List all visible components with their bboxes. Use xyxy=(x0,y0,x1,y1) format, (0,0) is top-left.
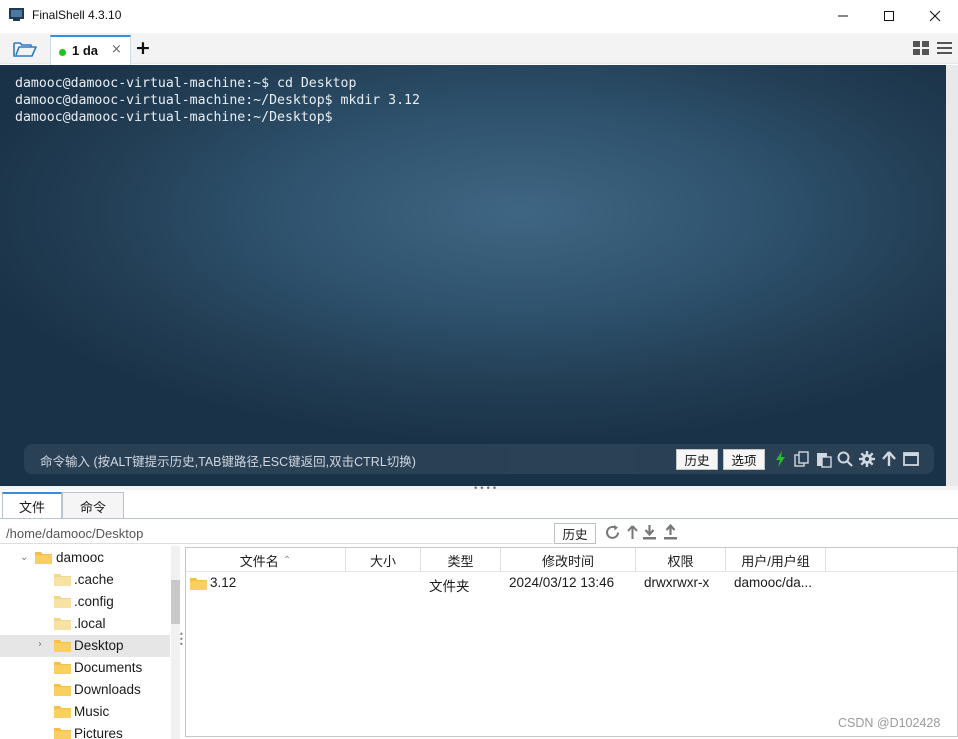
title-bar: FinalShell 4.3.10 xyxy=(0,0,958,31)
folder-icon xyxy=(190,578,207,590)
folder-open-icon xyxy=(13,42,37,57)
tree-item-label: damooc xyxy=(56,550,105,565)
chevron-down-icon[interactable]: ⌄ xyxy=(20,552,30,563)
tree-item-label: .local xyxy=(74,616,106,631)
column-header-type[interactable]: 类型 xyxy=(421,548,501,572)
column-header-label: 文件名 xyxy=(239,553,279,569)
download-icon[interactable] xyxy=(641,524,658,541)
tree-item-label: Desktop xyxy=(74,638,124,653)
minimize-button[interactable] xyxy=(820,0,866,31)
file-type: 文件夹 xyxy=(429,579,470,594)
file-modified: 2024/03/12 13:46 xyxy=(509,575,615,590)
arrow-up-icon[interactable] xyxy=(880,450,898,468)
command-history-button[interactable]: 历史 xyxy=(676,449,718,470)
path-input[interactable]: /home/damooc/Desktop xyxy=(0,523,553,544)
column-header-size[interactable]: 大小 xyxy=(346,548,421,572)
minimize-icon xyxy=(838,15,848,16)
maximize-button[interactable] xyxy=(866,0,912,31)
file-name: 3.12 xyxy=(210,575,237,590)
session-tab[interactable]: 1 da × xyxy=(50,35,131,65)
sort-ascending-icon: ⌃ xyxy=(282,554,292,566)
grid-layout-icon[interactable] xyxy=(912,39,932,57)
terminal-scrollbar[interactable] xyxy=(946,65,958,486)
terminal-area[interactable]: damooc@damooc-virtual-machine:~$ cd Desk… xyxy=(0,65,946,486)
tree-item-documents[interactable]: Documents xyxy=(0,657,170,679)
folder-icon xyxy=(54,684,71,696)
tree-item-desktop[interactable]: › Desktop xyxy=(0,635,170,657)
tree-item-cache[interactable]: .cache xyxy=(0,569,170,591)
refresh-icon[interactable] xyxy=(604,524,621,541)
gear-icon[interactable] xyxy=(858,450,876,468)
command-options-button[interactable]: 选项 xyxy=(723,449,765,470)
tab-label: 1 da xyxy=(72,43,99,58)
menu-icon[interactable] xyxy=(935,39,955,57)
tree-item-label: Downloads xyxy=(74,682,141,697)
tree-item-music[interactable]: Music xyxy=(0,701,170,723)
tree-item-label: Documents xyxy=(74,660,143,675)
folder-icon xyxy=(54,618,71,630)
file-owner: damooc/da... xyxy=(734,575,813,590)
close-icon xyxy=(929,10,941,21)
file-list: 文件名 ⌃ 大小 类型 修改时间 权限 用户/用户组 3.12 文件夹 2024… xyxy=(185,547,958,737)
window-icon[interactable] xyxy=(902,450,920,468)
panel-tabs: 文件 命令 xyxy=(0,490,958,519)
terminal-line: damooc@damooc-virtual-machine:~/Desktop$ xyxy=(15,110,333,125)
watermark: CSDN @D102428 xyxy=(838,716,941,730)
search-icon[interactable] xyxy=(836,450,854,468)
folder-icon xyxy=(54,640,71,652)
file-row[interactable]: 3.12 文件夹 2024/03/12 13:46 drwxrwxr-x dam… xyxy=(186,572,957,594)
tree-scrollbar-thumb[interactable] xyxy=(171,580,180,624)
folder-icon xyxy=(54,596,71,608)
connected-status-icon xyxy=(59,49,66,56)
paste-icon[interactable] xyxy=(815,450,833,468)
session-tab-bar: 1 da × + xyxy=(0,33,958,65)
finalshell-window: FinalShell 4.3.10 1 da × + damooc@damooc… xyxy=(0,0,958,739)
column-header-modified[interactable]: 修改时间 xyxy=(501,548,636,572)
tree-item-label: .cache xyxy=(74,572,114,587)
parent-dir-icon[interactable] xyxy=(624,524,641,541)
tree-item-downloads[interactable]: Downloads xyxy=(0,679,170,701)
tree-item-damooc[interactable]: ⌄ damooc xyxy=(0,547,170,569)
tree-item-label: Pictures xyxy=(74,726,123,739)
tab-commands[interactable]: 命令 xyxy=(62,492,124,519)
tree-item-pictures[interactable]: Pictures xyxy=(0,723,170,739)
column-header-owner[interactable]: 用户/用户组 xyxy=(726,548,826,572)
terminal-output: damooc@damooc-virtual-machine:~$ cd Desk… xyxy=(15,75,420,126)
folder-icon xyxy=(54,574,71,586)
open-folder-button[interactable] xyxy=(12,38,38,60)
maximize-icon xyxy=(884,10,894,21)
close-window-button[interactable] xyxy=(912,0,958,31)
tab-divider xyxy=(0,518,958,519)
upload-icon[interactable] xyxy=(662,524,679,541)
terminal-line: damooc@damooc-virtual-machine:~$ cd Desk… xyxy=(15,76,357,91)
new-tab-button[interactable]: + xyxy=(134,37,152,59)
folder-icon xyxy=(54,706,71,718)
tab-close-icon[interactable]: × xyxy=(111,42,122,57)
copy-icon[interactable] xyxy=(793,450,811,468)
folder-icon xyxy=(35,552,52,564)
file-list-header: 文件名 ⌃ 大小 类型 修改时间 权限 用户/用户组 xyxy=(186,548,957,572)
command-input-bar[interactable]: 命令输入 (按ALT键提示历史,TAB键路径,ESC键返回,双击CTRL切换) … xyxy=(24,444,934,474)
directory-tree: ⌄ damooc .cache .config .local › Desktop… xyxy=(0,546,180,739)
app-icon xyxy=(9,8,24,21)
file-permissions: drwxrwxr-x xyxy=(644,575,710,590)
path-bar: /home/damooc/Desktop 历史 xyxy=(0,521,958,545)
folder-icon xyxy=(54,662,71,674)
window-title: FinalShell 4.3.10 xyxy=(32,8,122,22)
tree-item-config[interactable]: .config xyxy=(0,591,170,613)
tree-item-label: .config xyxy=(74,594,114,609)
folder-icon xyxy=(54,728,71,739)
column-header-name[interactable]: 文件名 ⌃ xyxy=(186,548,346,572)
command-input-hint: 命令输入 (按ALT键提示历史,TAB键路径,ESC键返回,双击CTRL切换) xyxy=(40,455,416,469)
tab-files[interactable]: 文件 xyxy=(2,492,62,519)
tree-item-local[interactable]: .local xyxy=(0,613,170,635)
lightning-icon[interactable] xyxy=(772,450,790,468)
path-history-button[interactable]: 历史 xyxy=(554,523,596,544)
tree-item-label: Music xyxy=(74,704,110,719)
column-header-permissions[interactable]: 权限 xyxy=(636,548,726,572)
terminal-line: damooc@damooc-virtual-machine:~/Desktop$… xyxy=(15,93,420,108)
chevron-right-icon[interactable]: › xyxy=(38,639,48,650)
